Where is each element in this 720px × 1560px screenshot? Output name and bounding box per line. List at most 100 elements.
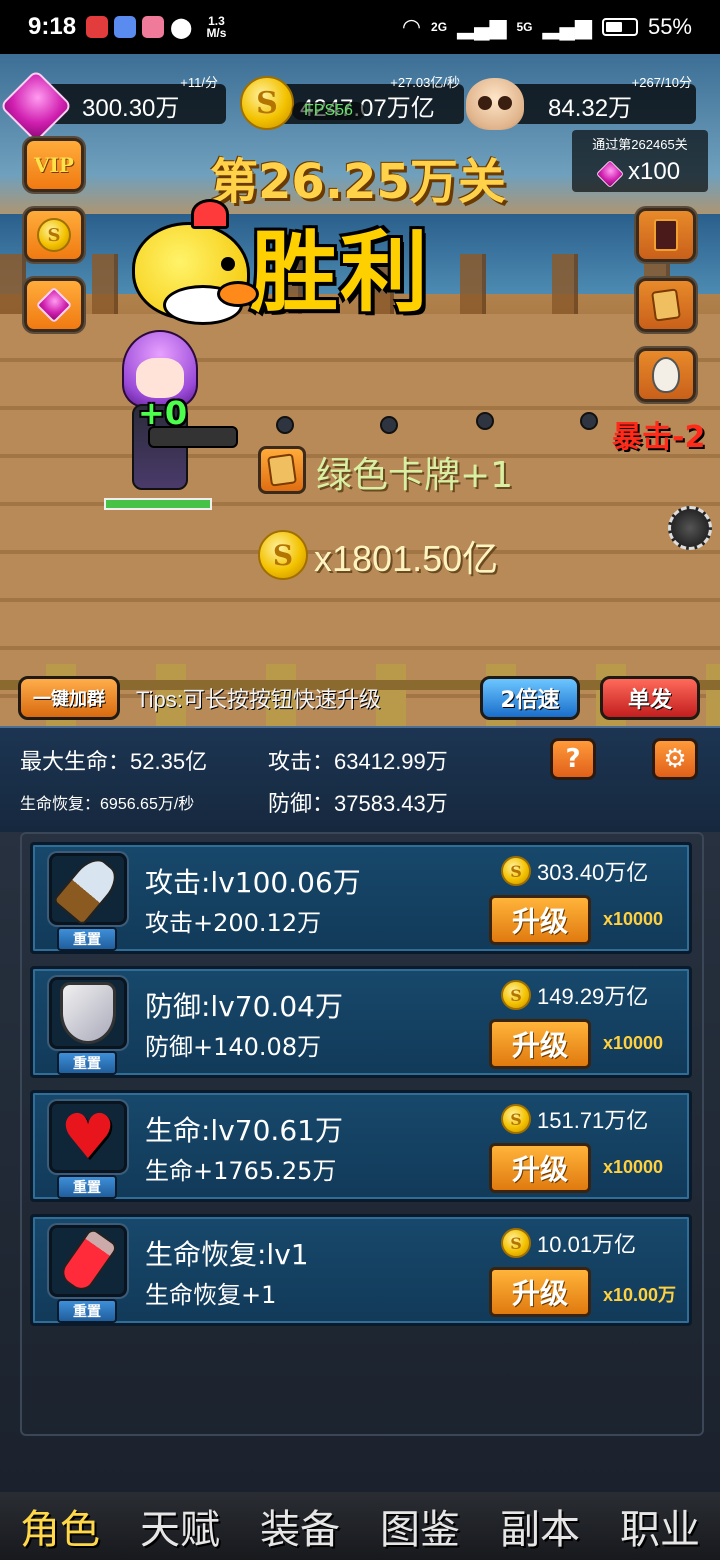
upgrade-card-defense: 重置 防御:lv70.04万 防御+140.08万 S 149.29万亿 升级 …	[30, 966, 692, 1078]
egg-icon	[652, 357, 680, 393]
app-notification-icon	[86, 16, 109, 38]
upgrade-button[interactable]: 升级	[489, 1019, 591, 1069]
nav-equipment[interactable]: 装备	[260, 1497, 340, 1555]
signal-icon: ▂▄▆	[457, 14, 507, 39]
control-row: 一键加群 Tips:可长按按钮快速升级 2倍速 单发	[0, 674, 720, 726]
stats-panel: 最大生命：52.35亿 攻击：63412.99万 生命恢复：6956.65万/秒…	[0, 726, 720, 832]
vip-button[interactable]: VIP	[24, 138, 84, 192]
potion-icon	[56, 1226, 120, 1296]
upgrade-card-life: ♥ 重置 生命:lv70.61万 生命+1765.25万 S 151.71万亿 …	[30, 1090, 692, 1202]
signal-2g-label: 2G	[431, 20, 448, 34]
upgrade-multiplier[interactable]: x10000	[603, 1157, 663, 1178]
gem-icon	[595, 159, 625, 189]
battery-percent: 55%	[647, 14, 692, 39]
tips-text: Tips:可长按按钮快速升级	[136, 687, 381, 712]
upgrade-cost: S 303.40万亿	[501, 855, 648, 887]
double-speed-button[interactable]: 2倍速	[480, 676, 580, 720]
upgrade-bonus: 生命恢复+1	[145, 1281, 277, 1309]
cards-icon	[651, 288, 681, 322]
shield-icon	[60, 982, 116, 1044]
nav-class[interactable]: 职业	[620, 1497, 700, 1555]
reset-button[interactable]: 重置	[57, 1299, 117, 1323]
hero-hp-fill	[106, 500, 210, 508]
card-pack-icon	[654, 219, 678, 251]
gems-value: 300.30万	[82, 95, 180, 122]
nav-character[interactable]: 角色	[20, 1497, 100, 1555]
upgrade-card-regen: 重置 生命恢复:lv1 生命恢复+1 S 10.01万亿 升级 x10.00万	[30, 1214, 692, 1326]
nav-codex[interactable]: 图鉴	[380, 1497, 460, 1555]
gem-icon	[0, 69, 73, 143]
skulls-rate: +267/10分	[631, 75, 692, 90]
attack-stat: 攻击：63412.99万	[268, 749, 448, 774]
card-icon	[267, 453, 297, 487]
heart-icon: ♥	[60, 1100, 116, 1173]
upgrade-bonus: 防御+140.08万	[145, 1033, 322, 1061]
upgrade-cost: S 149.29万亿	[501, 979, 648, 1011]
card-pack-button[interactable]	[636, 208, 696, 262]
upgrade-title: 攻击:lv100.06万	[145, 866, 361, 899]
bomb-icon	[380, 416, 398, 434]
coin-icon: S	[501, 1228, 531, 1258]
card-drop-text: 绿色卡牌+1	[316, 455, 514, 496]
upgrade-button[interactable]: 升级	[489, 1143, 591, 1193]
bomb-icon	[476, 412, 494, 430]
gems-rate: +11/分	[180, 75, 218, 90]
bomb-icon	[580, 412, 598, 430]
help-button[interactable]: ?	[550, 738, 596, 780]
upgrade-button[interactable]: 升级	[489, 895, 591, 945]
skulls-counter: +267/10分 84.32万	[500, 75, 696, 124]
nav-dungeon[interactable]: 副本	[500, 1497, 580, 1555]
defense-stat: 防御：37583.43万	[268, 791, 448, 816]
regen-stat: 生命恢复：6956.65万/秒	[20, 796, 195, 813]
critical-hit-text: 暴击-2	[612, 420, 706, 455]
upgrade-bonus: 攻击+200.12万	[145, 909, 322, 937]
coin-shop-button[interactable]: S	[24, 208, 84, 262]
skull-icon	[466, 78, 524, 130]
reward-quantity: x100	[628, 158, 681, 185]
upgrade-bonus: 生命+1765.25万	[145, 1157, 337, 1185]
coin-icon: S	[501, 980, 531, 1010]
bottom-nav: 角色 天赋 装备 图鉴 副本 职业	[0, 1492, 720, 1560]
upgrade-title: 防御:lv70.04万	[145, 990, 343, 1023]
upgrade-list: 重置 攻击:lv100.06万 攻击+200.12万 S 303.40万亿 升级…	[0, 832, 720, 1492]
notification-icons: ⬤ 1.3 M/s	[86, 15, 226, 40]
upgrade-multiplier[interactable]: x10000	[603, 909, 663, 930]
upgrade-card-attack: 重置 攻击:lv100.06万 攻击+200.12万 S 303.40万亿 升级…	[30, 842, 692, 954]
reset-button[interactable]: 重置	[57, 1175, 117, 1199]
upgrade-title: 生命:lv70.61万	[145, 1114, 343, 1147]
hero-hp-bar	[104, 498, 212, 510]
upgrade-multiplier[interactable]: x10.00万	[603, 1281, 676, 1307]
reset-button[interactable]: 重置	[57, 1051, 117, 1075]
status-bar: 9:18 ⬤ 1.3 M/s ◠ 2G ▂▄▆ 5G ▂▄▆ 55%	[0, 0, 720, 54]
gem-shop-button[interactable]	[24, 278, 84, 332]
upgrade-multiplier[interactable]: x10000	[603, 1033, 663, 1054]
network-speed: 1.3 M/s	[206, 14, 227, 40]
skulls-value: 84.32万	[548, 95, 633, 122]
clock: 9:18	[28, 13, 77, 40]
reset-button[interactable]: 重置	[57, 927, 117, 951]
gear-icon: ⚙	[663, 744, 687, 774]
status-right: ◠ 2G ▂▄▆ 5G ▂▄▆ 55%	[402, 14, 692, 40]
battle-scene[interactable]: +11/分 300.30万 +27.03亿/秒 4247.07万亿 S +267…	[0, 54, 720, 726]
spiked-mace-enemy	[668, 506, 712, 550]
upgrade-title: 生命恢复:lv1	[145, 1238, 309, 1271]
upgrade-button[interactable]: 升级	[489, 1267, 591, 1317]
settings-button[interactable]: ⚙	[652, 738, 698, 780]
upgrade-cost: S 10.01万亿	[501, 1227, 636, 1259]
reward-title: 通过第262465关	[592, 137, 688, 152]
wifi-icon: ◠	[401, 14, 422, 39]
coin-drop-icon: S	[258, 530, 308, 580]
single-fire-button[interactable]: 单发	[600, 676, 700, 720]
cards-button[interactable]	[636, 278, 696, 332]
music-notification-icon	[114, 16, 137, 38]
coin-icon: S	[501, 1104, 531, 1134]
hero-damage-number: +0	[138, 394, 188, 432]
location-icon: ⬤	[170, 16, 193, 39]
join-group-button[interactable]: 一键加群	[18, 676, 120, 720]
chicken-pet	[132, 199, 259, 325]
nav-talent[interactable]: 天赋	[140, 1497, 220, 1555]
max-hp-stat: 最大生命：52.35亿	[20, 749, 208, 774]
green-card-drop	[258, 446, 306, 494]
gem-icon	[35, 286, 73, 324]
egg-button[interactable]	[636, 348, 696, 402]
